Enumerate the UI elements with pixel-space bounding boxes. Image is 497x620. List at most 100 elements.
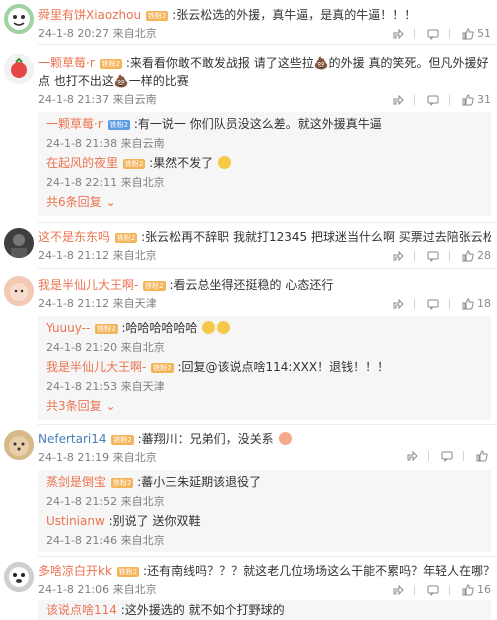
fan-badge: 铁粉2 [151, 363, 174, 373]
avatar[interactable] [4, 54, 34, 84]
more-replies-link[interactable]: 共3条回复 ⌄ [46, 398, 483, 414]
reply-list: Yuuuy-- 铁粉2 :哈哈哈哈哈哈 24-1-8 21:20 来自北京 我是… [38, 316, 491, 420]
reply-text: :哈哈哈哈哈哈 [121, 321, 198, 335]
share-icon[interactable] [406, 450, 418, 462]
reply-author[interactable]: 该说点啥114 [46, 603, 117, 617]
comment-text: :张云松再不辞职 我就打12345 把球迷当什么啊 买票过去陪张云松一起坐牢？ [141, 230, 491, 244]
more-replies-link[interactable]: 共6条回复 ⌄ [46, 194, 483, 210]
share-icon[interactable] [392, 298, 404, 310]
comment-item: 我是半仙儿大王啊- 铁粉2 :看云总坐得还挺稳的 心态还行 24-1-8 21:… [38, 276, 491, 312]
comment-time: 24-1-8 21:12 [38, 297, 110, 310]
comment-item: Nefertari14 铁粉2 :蕃翔川：兄弟们，没关系 24-1-8 21:1… [38, 430, 491, 466]
comment-time: 24-1-8 21:12 [38, 249, 110, 262]
comment-location: 来自北京 [112, 249, 157, 262]
reply-text: :有一说一 你们队员没这么差。就这外援真牛逼 [133, 117, 382, 131]
reply-location: 来自云南 [120, 137, 165, 150]
avatar[interactable] [4, 4, 34, 34]
reply-list: 一颗草莓·r 铁粉2 :有一说一 你们队员没这么差。就这外援真牛逼 24-1-8… [38, 112, 491, 216]
laugh-emoji-icon [217, 321, 231, 334]
reply-time: 24-1-8 22:11 [46, 176, 118, 189]
comment-icon[interactable] [427, 28, 439, 40]
comment-icon[interactable] [427, 298, 439, 310]
comment-icon[interactable] [441, 450, 453, 462]
reply-author[interactable]: 在起风的夜里 [46, 156, 118, 170]
reply-location: 来自天津 [120, 380, 165, 393]
comment-location: 来自云南 [112, 93, 157, 106]
emoji-icon [278, 432, 292, 445]
reply-author[interactable]: Ustinianw [46, 514, 105, 528]
fan-badge: 铁粉2 [110, 478, 134, 488]
comment-text: :张云松选的外援，真牛逼，是真的牛逼！！！ [172, 8, 417, 22]
reply-location: 来自北京 [120, 495, 165, 508]
reply-time: 24-1-8 21:53 [46, 380, 118, 393]
fan-badge: 铁粉2 [143, 281, 166, 291]
comment-author[interactable]: Nefertari14 [38, 432, 107, 446]
like-count: 51 [477, 27, 491, 40]
reply-time: 24-1-8 21:46 [46, 534, 118, 547]
avatar[interactable] [4, 276, 34, 306]
reply-author[interactable]: 我是半仙儿大王啊- [46, 360, 146, 374]
fan-badge: 铁粉2 [107, 120, 131, 130]
share-icon[interactable] [392, 250, 404, 262]
fan-badge: 铁粉2 [114, 233, 138, 243]
reply-time: 24-1-8 21:52 [46, 495, 118, 508]
reply-author[interactable]: Yuuuy-- [46, 321, 90, 335]
avatar[interactable] [4, 228, 34, 258]
avatar[interactable] [4, 430, 34, 460]
comment-item: 这不是东东吗 铁粉2 :张云松再不辞职 我就打12345 把球迷当什么啊 买票过… [38, 228, 491, 264]
emoji-icon [218, 156, 232, 169]
comment-item: 多啥凉白开kk 铁粉2 :还有南线吗？？？就这老几位场场这么干能不累吗？年轻人在… [38, 562, 491, 598]
share-icon[interactable] [392, 28, 404, 40]
like-count: 28 [477, 249, 491, 262]
comment-icon[interactable] [427, 584, 439, 596]
comment-actions: 51 [380, 26, 491, 42]
comment-actions: 16 [380, 582, 491, 598]
reply-author[interactable]: 一颗草莓·r [46, 117, 103, 131]
like-icon[interactable] [462, 250, 474, 262]
like-icon[interactable] [476, 450, 488, 462]
comment-item: 舜里有饼Xiaozhou 铁粉2 :张云松选的外援，真牛逼，是真的牛逼！！！ 2… [38, 6, 491, 42]
comment-time: 24-1-8 21:19 [38, 451, 110, 464]
reply-time: 24-1-8 21:20 [46, 341, 118, 354]
comment-actions: 28 [380, 248, 491, 264]
like-count: 18 [477, 297, 491, 310]
comment-actions [394, 450, 491, 462]
fan-badge: 铁粉2 [116, 567, 140, 577]
comment-author[interactable]: 这不是东东吗 [38, 230, 110, 244]
reply-location: 来自北京 [120, 341, 165, 354]
fan-badge: 铁粉2 [99, 59, 123, 69]
like-icon[interactable] [462, 584, 474, 596]
comment-time: 24-1-8 21:37 [38, 93, 110, 106]
chevron-down-icon: ⌄ [105, 399, 116, 413]
avatar[interactable] [4, 562, 34, 592]
like-count: 31 [477, 93, 491, 106]
like-icon[interactable] [462, 94, 474, 106]
chevron-down-icon: ⌄ [105, 195, 116, 209]
comment-item: 一颗草莓·r 铁粉2 :来看看你敢不敢发战报 请了这些拉💩的外援 真的笑死。但凡… [38, 54, 491, 108]
like-count: 16 [477, 583, 491, 596]
comment-location: 来自北京 [112, 583, 157, 596]
fan-badge: 铁粉2 [111, 435, 134, 445]
comment-author[interactable]: 舜里有饼Xiaozhou [38, 8, 141, 22]
comment-icon[interactable] [427, 250, 439, 262]
comment-location: 来自北京 [112, 27, 157, 40]
reply-location: 来自北京 [120, 534, 165, 547]
share-icon[interactable] [392, 94, 404, 106]
reply-location: 来自北京 [120, 176, 165, 189]
comment-author[interactable]: 我是半仙儿大王啊- [38, 278, 138, 292]
comment-icon[interactable] [427, 94, 439, 106]
like-icon[interactable] [462, 298, 474, 310]
comment-text: :还有南线吗？？？就这老几位场场这么干能不累吗？年轻人在哪？ [143, 564, 491, 578]
comment-author[interactable]: 一颗草莓·r [38, 56, 95, 70]
comment-location: 来自天津 [112, 297, 157, 310]
comment-time: 24-1-8 20:27 [38, 27, 110, 40]
comment-text: :看云总坐得还挺稳的 心态还行 [169, 278, 334, 292]
share-icon[interactable] [392, 584, 404, 596]
comment-actions: 31 [380, 92, 491, 108]
reply-list: 蒸剑是倒宝 铁粉2 :蕃小三朱延期该退役了 24-1-8 21:52 来自北京 … [38, 470, 491, 552]
reply-list: 该说点啥114 :这外援选的 就不如个打野球的 [38, 600, 491, 620]
reply-author[interactable]: 蒸剑是倒宝 [46, 475, 106, 489]
like-icon[interactable] [462, 28, 474, 40]
comment-author[interactable]: 多啥凉白开kk [38, 564, 112, 578]
comment-time: 24-1-8 21:06 [38, 583, 110, 596]
